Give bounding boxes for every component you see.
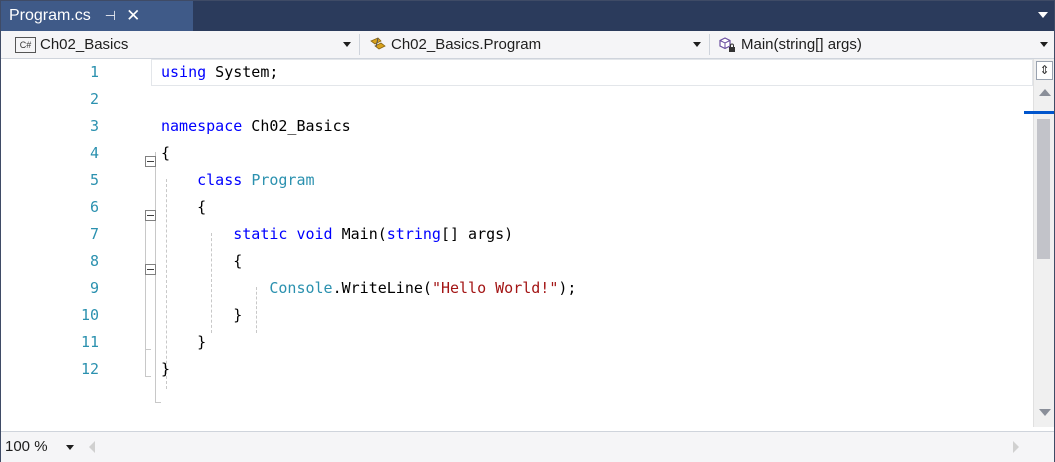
code-text: namespace Ch02_Basics	[161, 113, 351, 140]
caret-position-marker	[1024, 111, 1054, 114]
code-text: }	[161, 329, 206, 356]
code-line[interactable]: 9 Console.WriteLine("Hello World!");	[1, 275, 1033, 302]
code-text: }	[161, 356, 170, 383]
editor-window: Program.cs ⊣ ✕ C# Ch02_Basics Ch02_Basic…	[0, 0, 1055, 462]
member-label: Main(string[] args)	[741, 36, 862, 53]
code-line[interactable]: 10 }	[1, 302, 1033, 329]
chevron-down-icon	[693, 42, 701, 47]
namespace-outline-end	[155, 402, 161, 403]
line-number: 2	[89, 90, 99, 108]
collapse-method-icon[interactable]	[145, 264, 156, 275]
tab-program-cs[interactable]: Program.cs ⊣ ✕	[1, 1, 193, 31]
code-token: {	[161, 252, 243, 270]
code-line[interactable]: 2	[1, 86, 1033, 113]
line-number: 3	[89, 117, 99, 135]
scroll-right-icon[interactable]	[1013, 441, 1019, 453]
tab-list-dropdown-icon[interactable]	[1038, 12, 1048, 18]
scroll-thumb[interactable]	[1037, 119, 1050, 259]
code-line[interactable]: 11 }	[1, 329, 1033, 356]
code-text: Console.WriteLine("Hello World!");	[161, 275, 576, 302]
line-number: 5	[89, 171, 99, 189]
line-number: 7	[89, 225, 99, 243]
code-line[interactable]: 3 namespace Ch02_Basics	[1, 113, 1033, 140]
line-number: 12	[80, 360, 99, 378]
code-token: .WriteLine(	[332, 279, 432, 297]
line-number: 1	[89, 63, 99, 81]
code-text: {	[161, 140, 170, 167]
editor-status-bar: 100 %	[1, 431, 1054, 462]
nav-separator	[359, 34, 360, 55]
close-icon[interactable]: ✕	[126, 6, 140, 26]
collapse-class-icon[interactable]	[145, 210, 156, 221]
nav-separator	[709, 34, 710, 55]
code-line[interactable]: 12}	[1, 356, 1033, 383]
project-dropdown[interactable]: C# Ch02_Basics	[5, 31, 357, 58]
type-label: Ch02_Basics.Program	[391, 36, 542, 53]
code-line[interactable]: 1 using System;	[1, 59, 1033, 86]
code-token: "Hello World!"	[431, 279, 559, 297]
navigation-bar: C# Ch02_Basics Ch02_Basics.Program Main(…	[1, 31, 1054, 59]
line-number: 4	[89, 144, 99, 162]
code-line[interactable]: 7 static void Main(string[] args)	[1, 221, 1033, 248]
type-dropdown[interactable]: Ch02_Basics.Program	[361, 31, 707, 58]
code-token: Main(	[332, 225, 387, 243]
pin-icon[interactable]: ⊣	[105, 8, 116, 24]
code-token: Console	[269, 279, 333, 297]
line-number: 6	[89, 198, 99, 216]
code-token: Program	[251, 171, 315, 189]
current-line-highlight	[151, 59, 1033, 86]
member-dropdown[interactable]: Main(string[] args)	[711, 31, 1054, 58]
code-token: string	[386, 225, 441, 243]
code-token: }	[161, 306, 243, 324]
scroll-up-icon[interactable]	[1039, 89, 1051, 96]
line-number: 10	[80, 306, 99, 324]
method-icon	[719, 36, 737, 54]
zoom-dropdown-icon[interactable]	[66, 445, 74, 450]
code-token: {	[161, 198, 207, 216]
vertical-scrollbar[interactable]: ⇕	[1024, 59, 1054, 427]
code-token: System;	[206, 63, 279, 81]
line-number: 8	[89, 252, 99, 270]
code-token: );	[558, 279, 577, 297]
code-token: namespace	[161, 117, 243, 135]
collapse-namespace-icon[interactable]	[145, 156, 156, 167]
code-token: void	[296, 225, 333, 243]
code-line[interactable]: 5 class Program	[1, 167, 1033, 194]
code-text: {	[161, 248, 242, 275]
code-text: static void Main(string[] args)	[161, 221, 513, 248]
code-editor[interactable]: 1 using System; 2 3 namespace Ch02_Basics 4 {5…	[1, 59, 1033, 427]
code-token: class	[197, 171, 243, 189]
line-number: 9	[89, 279, 99, 297]
tab-title: Program.cs	[9, 7, 91, 24]
scroll-down-icon[interactable]	[1039, 409, 1051, 416]
code-text: class Program	[161, 167, 315, 194]
code-token: {	[161, 144, 171, 162]
code-text: using System;	[161, 59, 278, 86]
code-token: }	[161, 360, 171, 378]
scroll-left-icon[interactable]	[89, 441, 95, 453]
split-window-icon[interactable]: ⇕	[1036, 61, 1053, 80]
code-text: {	[161, 194, 206, 221]
line-number: 11	[80, 333, 99, 351]
csharp-project-icon: C#	[15, 36, 36, 53]
document-tab-strip: Program.cs ⊣ ✕	[1, 1, 1054, 31]
code-token: [] args)	[440, 225, 514, 243]
code-token: }	[161, 333, 207, 351]
code-token: using	[161, 63, 207, 81]
zoom-level[interactable]: 100 %	[5, 438, 48, 455]
code-text: }	[161, 302, 242, 329]
chevron-down-icon	[1040, 42, 1048, 47]
class-icon	[369, 36, 387, 54]
code-token: static	[233, 225, 288, 243]
code-token: Ch02_Basics	[242, 117, 351, 135]
project-label: Ch02_Basics	[40, 36, 129, 53]
chevron-down-icon	[343, 42, 351, 47]
